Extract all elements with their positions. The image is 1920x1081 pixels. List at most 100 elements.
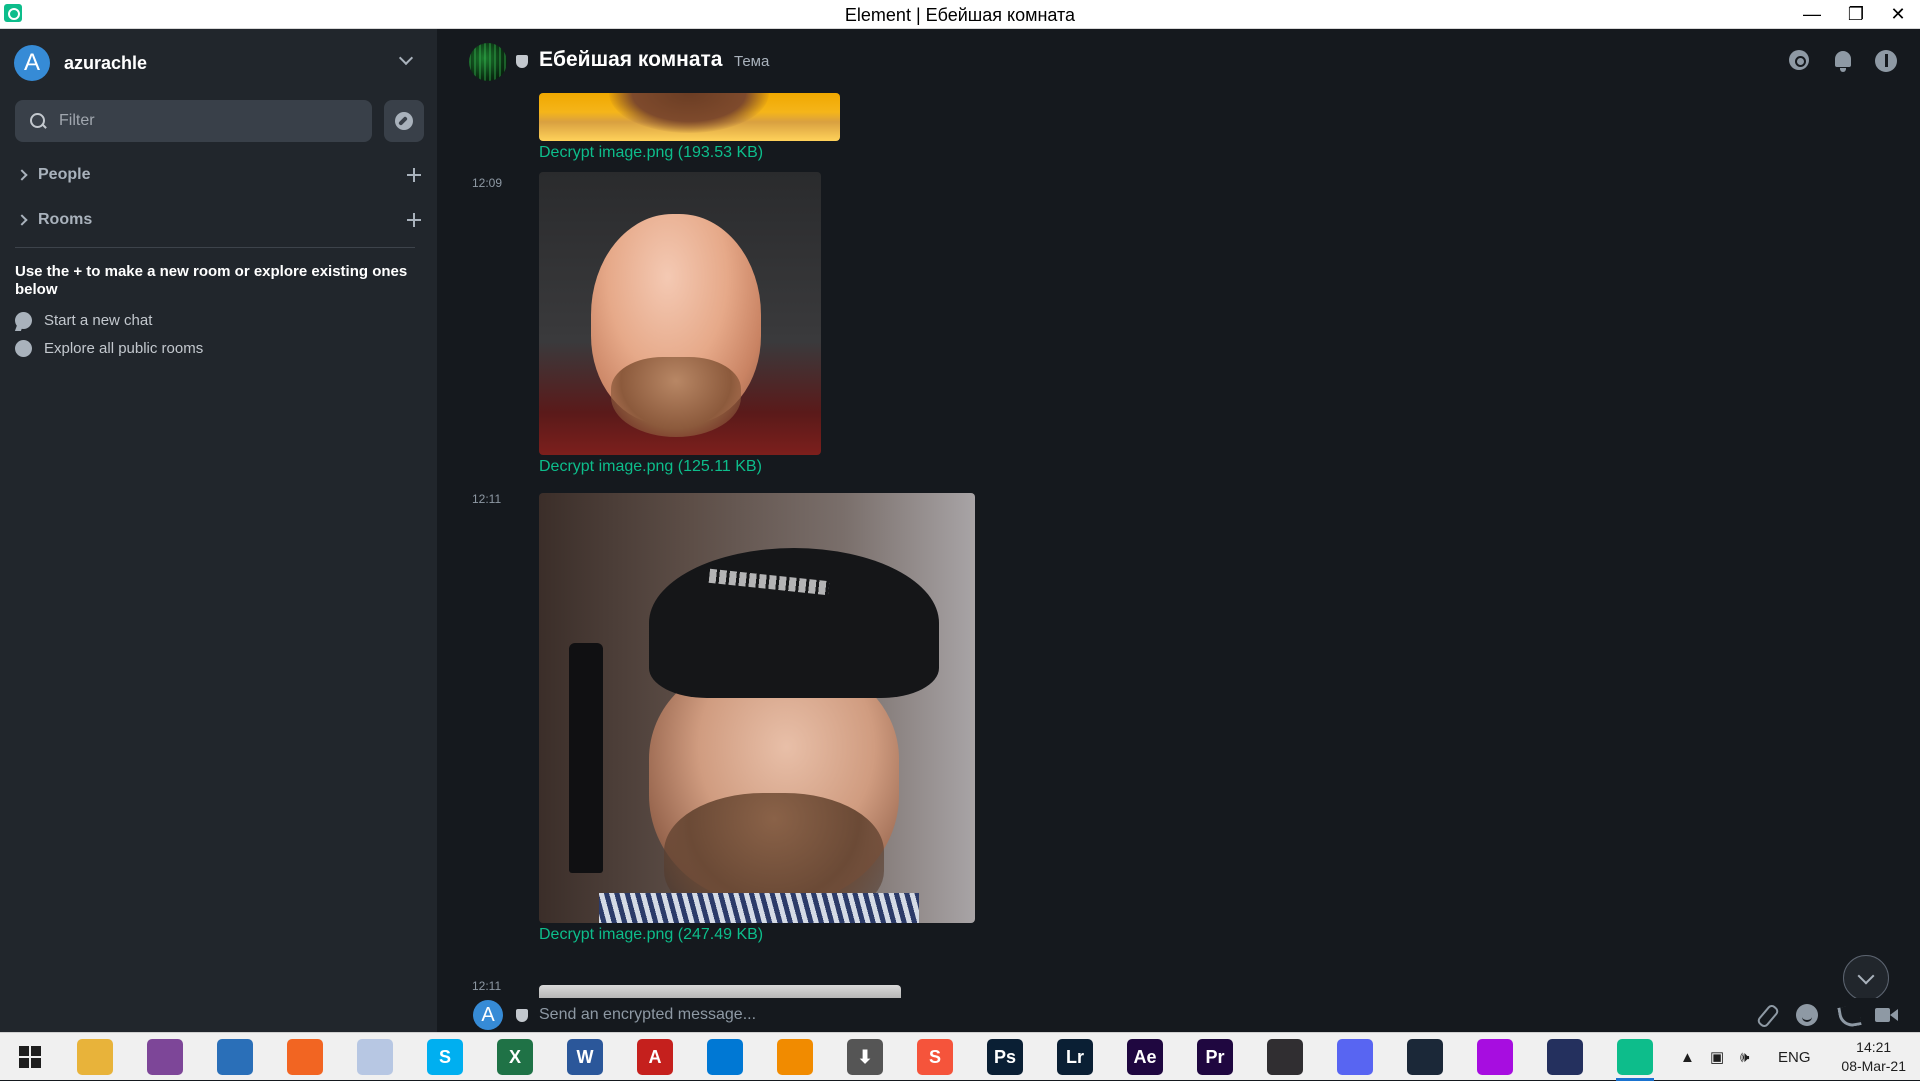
- waterfox-icon: [357, 1039, 393, 1075]
- element-taskbar-button[interactable]: [1612, 1038, 1658, 1081]
- photoshop-taskbar-button[interactable]: Ps: [982, 1038, 1028, 1076]
- avatar: A: [473, 1000, 503, 1030]
- start-new-chat-link[interactable]: Start a new chat: [15, 309, 152, 331]
- attachment-paperclip-icon[interactable]: [1755, 1003, 1779, 1027]
- premiere-taskbar-button[interactable]: Pr: [1192, 1038, 1238, 1076]
- skype-icon: S: [427, 1039, 463, 1075]
- premiere-icon: Pr: [1197, 1039, 1233, 1075]
- notifications-bell-icon[interactable]: [1831, 49, 1855, 73]
- voice-call-icon[interactable]: [1836, 1003, 1860, 1027]
- download-taskbar-button[interactable]: ⬇: [842, 1038, 888, 1076]
- steam-taskbar-button[interactable]: [1402, 1038, 1448, 1076]
- jump-to-bottom-button[interactable]: [1843, 955, 1889, 998]
- browser-globe-icon: [217, 1039, 253, 1075]
- clock-time: 14:21: [1856, 1039, 1892, 1055]
- discord-taskbar-button[interactable]: [1332, 1038, 1378, 1076]
- avatar: A: [14, 45, 50, 81]
- filter-box: [15, 100, 372, 142]
- room-avatar[interactable]: [469, 43, 507, 81]
- waterfox-taskbar-button[interactable]: [352, 1038, 398, 1076]
- firefox-taskbar-button[interactable]: [282, 1038, 328, 1076]
- opera-taskbar-button[interactable]: [1472, 1038, 1518, 1076]
- system-clock[interactable]: 14:21 08-Mar-21: [1841, 1038, 1906, 1076]
- filter-input[interactable]: [59, 112, 359, 130]
- video-call-icon[interactable]: [1875, 1003, 1899, 1027]
- skype-taskbar-button[interactable]: S: [422, 1038, 468, 1076]
- tray-expand-icon[interactable]: ▲: [1680, 1033, 1695, 1081]
- image-attachment[interactable]: [539, 985, 901, 998]
- tor-icon: [147, 1039, 183, 1075]
- add-room-icon[interactable]: [404, 210, 424, 230]
- vlc-taskbar-button[interactable]: [772, 1038, 818, 1076]
- network-icon[interactable]: ▣: [1710, 1033, 1724, 1081]
- browser-globe-taskbar-button[interactable]: [212, 1038, 258, 1076]
- word-taskbar-button[interactable]: W: [562, 1038, 608, 1076]
- windows-taskbar: S X W A ⬇ S Ps Lr Ae Pr ▲ ▣ 🕪 ENG 14:21 08-Mar-21: [0, 1032, 1920, 1081]
- chevron-right-icon: [16, 169, 28, 181]
- opera-icon: [1477, 1039, 1513, 1075]
- image-attachment[interactable]: [539, 172, 821, 455]
- divider: [15, 247, 415, 248]
- photo-cap: [649, 548, 939, 698]
- acrobat-taskbar-button[interactable]: A: [632, 1038, 678, 1076]
- sublime-icon: S: [917, 1039, 953, 1075]
- compass-icon: [395, 112, 413, 130]
- language-indicator[interactable]: ENG: [1778, 1033, 1811, 1081]
- photo-shirt: [599, 893, 919, 923]
- explore-rooms-button[interactable]: [384, 100, 424, 142]
- emoji-icon[interactable]: [1795, 1003, 1819, 1027]
- lightroom-icon: Lr: [1057, 1039, 1093, 1075]
- volume-icon[interactable]: 🕪: [1740, 1033, 1749, 1081]
- chevron-right-icon: [16, 214, 28, 226]
- section-rooms-label: Rooms: [38, 211, 93, 228]
- word-icon: W: [567, 1039, 603, 1075]
- image-attachment[interactable]: [539, 93, 840, 141]
- vscode-icon: [707, 1039, 743, 1075]
- shield-icon: [516, 55, 528, 68]
- search-icon[interactable]: [1788, 49, 1812, 73]
- section-people[interactable]: People: [14, 163, 424, 187]
- add-person-icon[interactable]: [404, 165, 424, 185]
- lightroom-taskbar-button[interactable]: Lr: [1052, 1038, 1098, 1076]
- room-name[interactable]: Ебейшая комната: [539, 48, 722, 72]
- shield-icon: [516, 1009, 528, 1022]
- window-title: Element | Ебейшая комната: [844, 5, 1076, 25]
- message-timeline[interactable]: Decrypt image.png (193.53 KB) 12:09 Decr…: [439, 93, 1920, 998]
- user-menu[interactable]: A azurachle: [14, 45, 417, 81]
- photo-bottle: [569, 643, 603, 873]
- decrypt-file-link[interactable]: Decrypt image.png (193.53 KB): [539, 144, 763, 162]
- explore-public-rooms-link[interactable]: Explore all public rooms: [15, 337, 203, 359]
- search-icon: [29, 112, 47, 130]
- tor-taskbar-button[interactable]: [142, 1038, 188, 1076]
- sublime-taskbar-button[interactable]: S: [912, 1038, 958, 1076]
- left-panel: A azurachle People Rooms Use the + to ma…: [0, 29, 438, 1032]
- minimize-button[interactable]: —: [1790, 0, 1834, 28]
- image-attachment[interactable]: [539, 493, 975, 923]
- photo-beard: [611, 357, 741, 437]
- message-timestamp: 12:11: [472, 979, 502, 993]
- vpn-lock-taskbar-button[interactable]: [1542, 1038, 1588, 1076]
- room-info-icon[interactable]: [1874, 49, 1898, 73]
- after-effects-taskbar-button[interactable]: Ae: [1122, 1038, 1168, 1076]
- discord-icon: [1337, 1039, 1373, 1075]
- file-explorer-icon: [77, 1039, 113, 1075]
- vscode-taskbar-button[interactable]: [702, 1038, 748, 1076]
- file-explorer-taskbar-button[interactable]: [72, 1038, 118, 1076]
- decrypt-file-link[interactable]: Decrypt image.png (247.49 KB): [539, 926, 763, 944]
- empty-rooms-hint: Use the + to make a new room or explore …: [15, 263, 408, 298]
- obs-icon: [1267, 1039, 1303, 1075]
- decrypt-file-link[interactable]: Decrypt image.png (125.11 KB): [539, 458, 762, 476]
- restore-button[interactable]: ❐: [1834, 0, 1878, 28]
- compass-icon: [15, 339, 32, 357]
- obs-taskbar-button[interactable]: [1262, 1038, 1308, 1076]
- room-header: Ебейшая комната Тема: [439, 29, 1920, 93]
- message-input[interactable]: [539, 1003, 1639, 1027]
- close-button[interactable]: ✕: [1876, 0, 1920, 28]
- acrobat-icon: A: [637, 1039, 673, 1075]
- start-button[interactable]: [0, 1033, 60, 1081]
- windows-logo-icon: [19, 1046, 41, 1068]
- excel-taskbar-button[interactable]: X: [492, 1038, 538, 1076]
- section-rooms[interactable]: Rooms: [14, 208, 424, 232]
- message-timestamp: 12:09: [472, 176, 503, 190]
- room-topic[interactable]: Тема: [734, 53, 769, 70]
